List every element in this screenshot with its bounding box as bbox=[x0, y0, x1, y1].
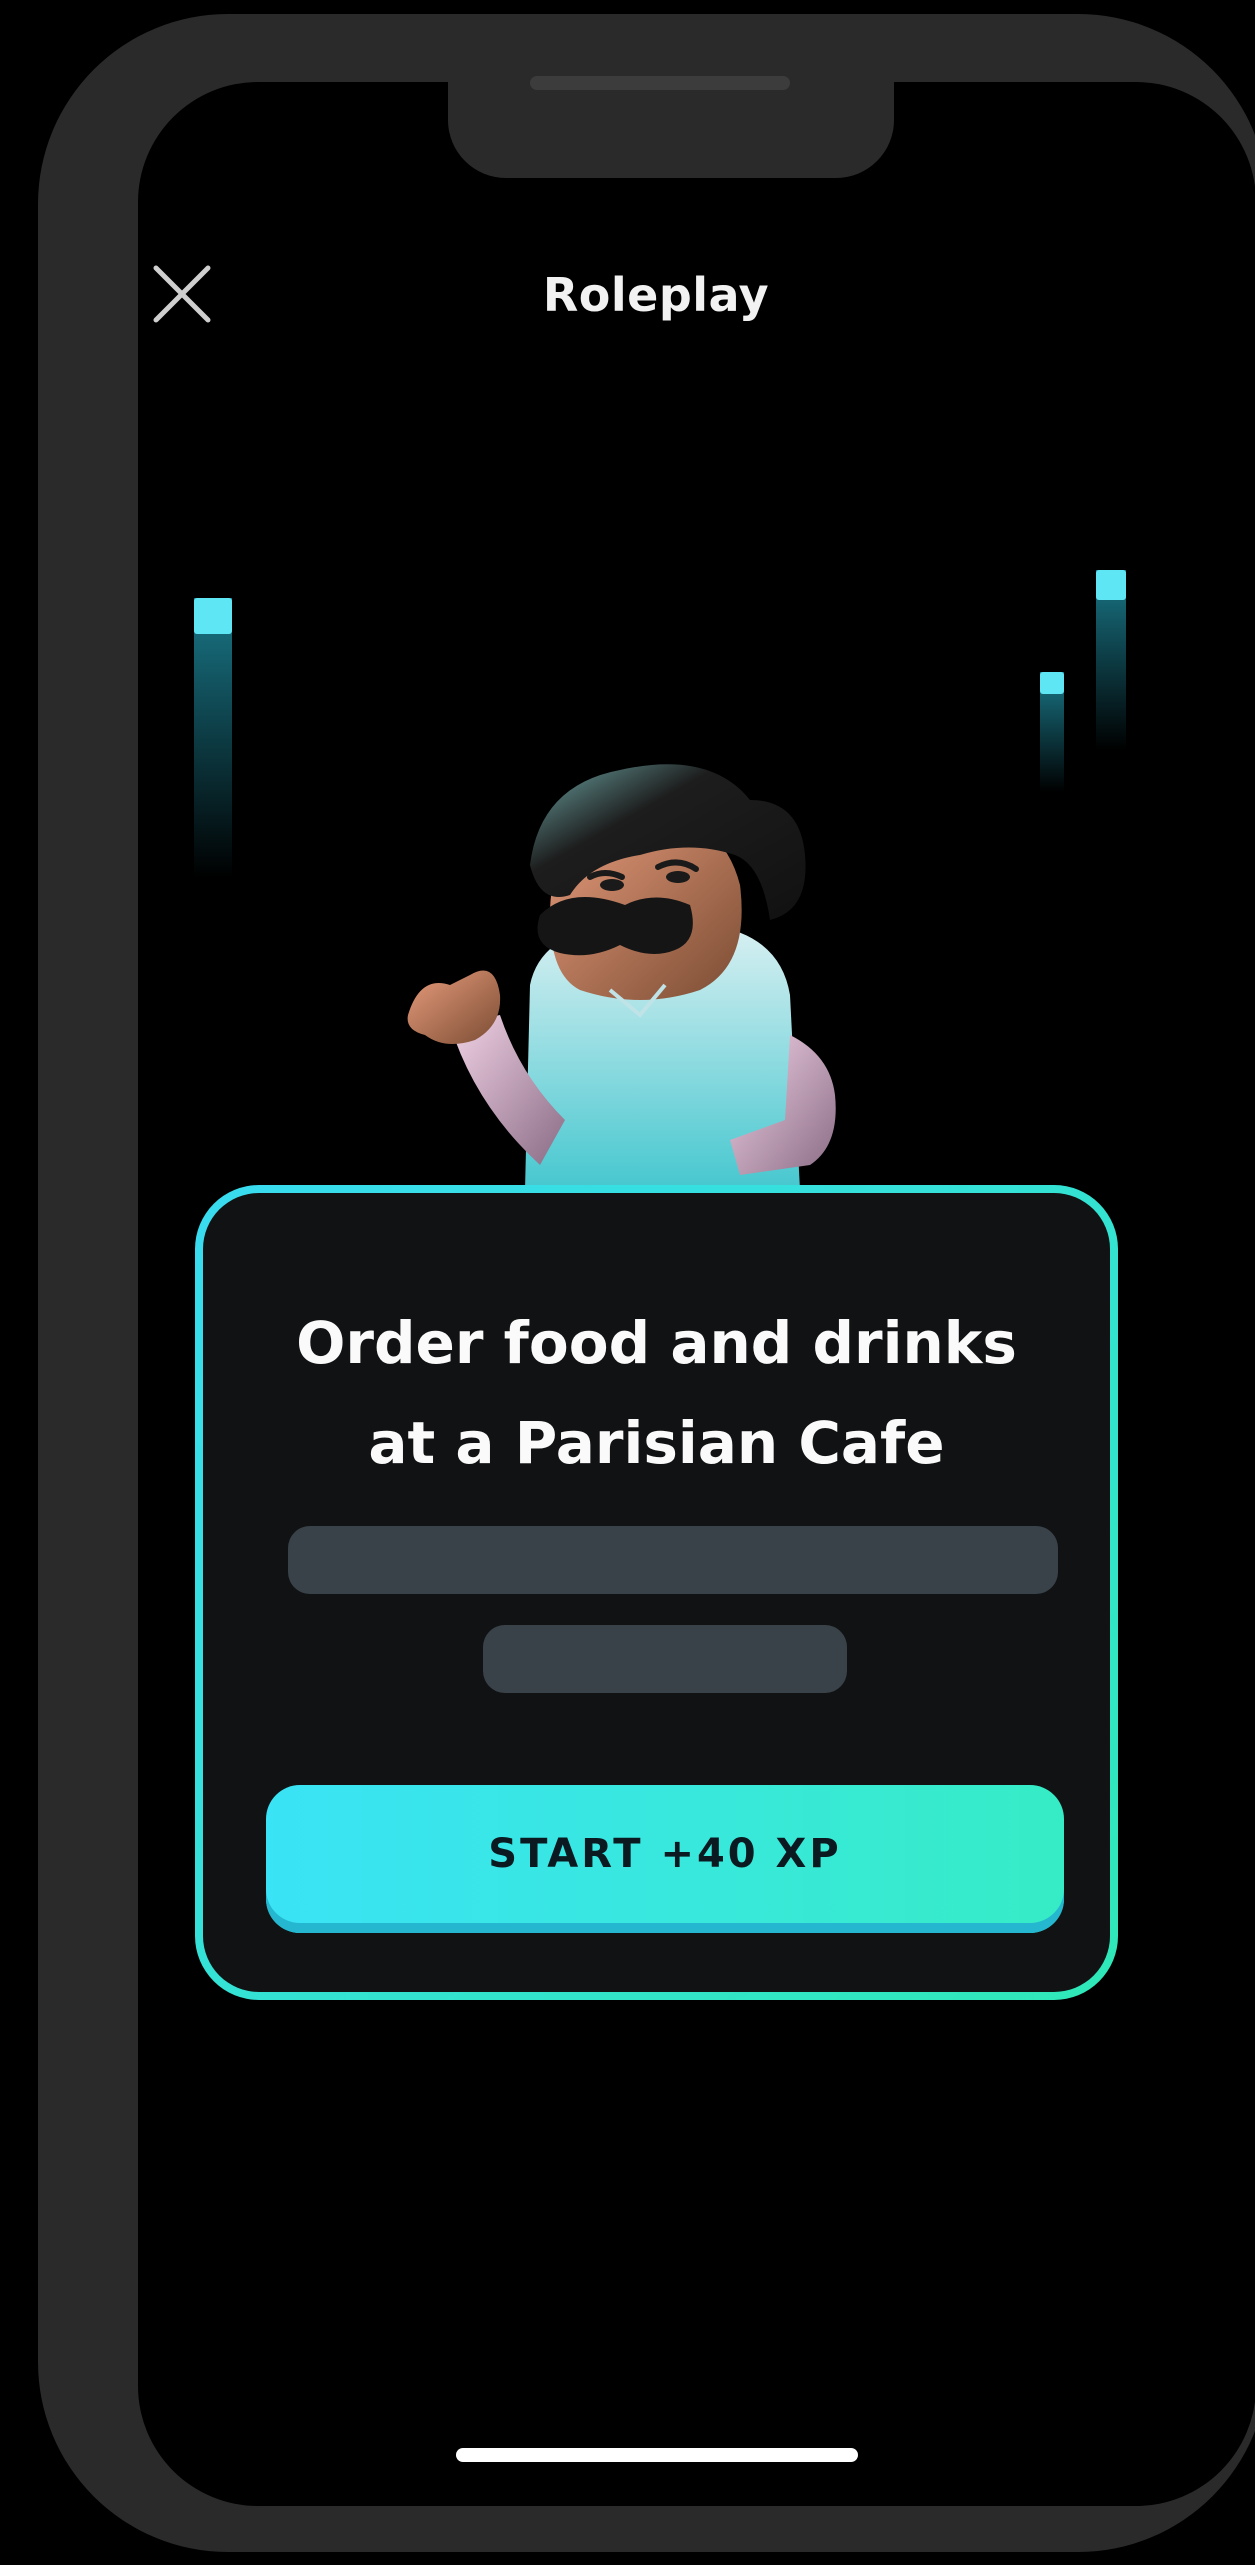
sound-level-bar bbox=[194, 598, 232, 878]
description-placeholder-line bbox=[483, 1625, 847, 1693]
notch bbox=[448, 54, 894, 178]
description-placeholder-line bbox=[288, 1526, 1058, 1594]
roleplay-lesson-card: Order food and drinks at a Parisian Cafe… bbox=[195, 1185, 1118, 2000]
sound-level-bar bbox=[1096, 570, 1126, 750]
home-indicator[interactable] bbox=[456, 2448, 858, 2462]
speaker-grille bbox=[530, 76, 790, 90]
sound-level-bar bbox=[1040, 672, 1064, 792]
card-body: Order food and drinks at a Parisian Cafe… bbox=[203, 1193, 1110, 1992]
cafe-waiter-character bbox=[407, 764, 836, 1190]
lesson-title: Order food and drinks at a Parisian Cafe bbox=[203, 1293, 1110, 1493]
lesson-title-line-1: Order food and drinks bbox=[296, 1309, 1017, 1377]
page-title: Roleplay bbox=[542, 268, 770, 322]
lesson-title-line-2: at a Parisian Cafe bbox=[368, 1409, 945, 1477]
start-button-label: START +40 XP bbox=[488, 1831, 842, 1877]
start-button[interactable]: START +40 XP bbox=[266, 1785, 1064, 1933]
